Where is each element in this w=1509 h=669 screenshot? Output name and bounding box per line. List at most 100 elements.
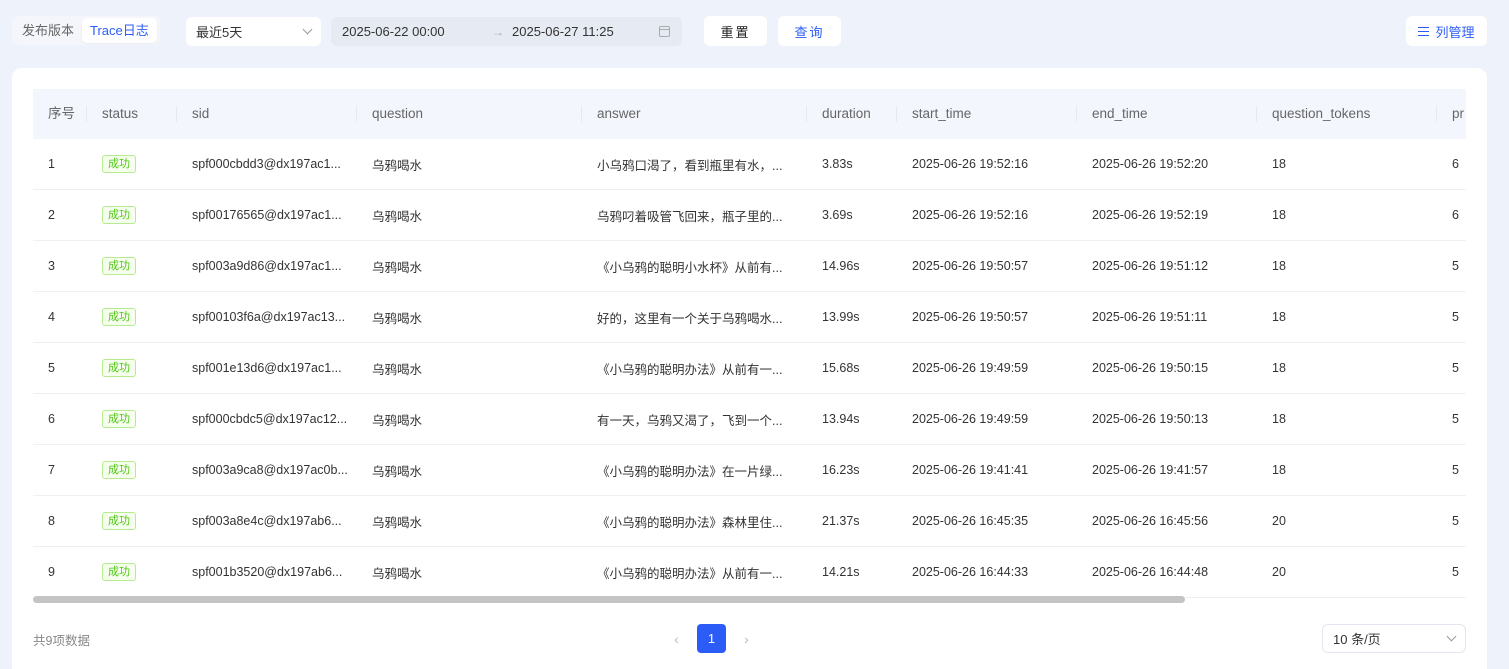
cell-question: 乌鸦喝水	[372, 158, 423, 173]
cell-question: 乌鸦喝水	[372, 311, 423, 326]
table-row[interactable]: 5 成功 spf001e13d6@dx197ac1... 乌鸦喝水 《小乌鸦的聪明办法》…	[33, 343, 1466, 394]
header-truncated: pr	[1452, 106, 1465, 121]
calendar-icon	[659, 26, 670, 37]
table-row[interactable]: 3 成功 spf003a9d86@dx197ac1... 乌鸦喝水 《小乌鸦的聪明小水杯…	[33, 241, 1466, 292]
status-badge: 成功	[102, 206, 136, 224]
page-size-select[interactable]: 10 条/页	[1322, 624, 1466, 653]
cell-duration: 3.69s	[822, 208, 853, 222]
cell-end-time: 2025-06-26 16:44:48	[1092, 565, 1209, 579]
cell-index: 1	[48, 157, 55, 171]
horizontal-scrollbar[interactable]	[33, 596, 1185, 603]
trace-table-card: 序号 status sid question answer duration s…	[12, 68, 1487, 669]
cell-question-tokens: 18	[1272, 463, 1286, 477]
cell-duration: 13.99s	[822, 310, 860, 324]
tab-trace-log[interactable]: Trace日志	[82, 18, 157, 43]
cell-sid: spf001e13d6@dx197ac1...	[192, 361, 342, 375]
page-number-current[interactable]: 1	[697, 624, 726, 653]
cell-question-tokens: 18	[1272, 208, 1286, 222]
table-row[interactable]: 9 成功 spf001b3520@dx197ab6... 乌鸦喝水 《小乌鸦的聪明办法》…	[33, 547, 1466, 598]
total-count: 共9项数据	[33, 634, 90, 648]
date-range-picker[interactable]: 2025-06-22 00:00 → 2025-06-27 11:25	[331, 17, 682, 46]
cell-end-time: 2025-06-26 19:51:11	[1092, 310, 1208, 324]
header-status: status	[87, 89, 177, 139]
table-header: 序号 status sid question answer duration s…	[33, 89, 1466, 139]
cell-answer: 《小乌鸦的聪明小水杯》从前有...	[597, 260, 783, 275]
list-icon	[1418, 26, 1430, 36]
cell-start-time: 2025-06-26 19:50:57	[912, 310, 1029, 324]
cell-start-time: 2025-06-26 19:52:16	[912, 208, 1029, 222]
table-row[interactable]: 8 成功 spf003a8e4c@dx197ab6... 乌鸦喝水 《小乌鸦的聪明办法》…	[33, 496, 1466, 547]
pagination: ‹ 1 ›	[668, 624, 755, 653]
status-badge: 成功	[102, 359, 136, 377]
cell-duration: 15.68s	[822, 361, 860, 375]
cell-question-tokens: 18	[1272, 259, 1286, 273]
query-button[interactable]: 查询	[778, 16, 841, 46]
cell-index: 4	[48, 310, 55, 324]
header-index: 序号	[33, 89, 87, 139]
cell-sid: spf003a8e4c@dx197ab6...	[192, 514, 342, 528]
cell-answer: 《小乌鸦的聪明办法》在一片绿...	[597, 464, 783, 479]
cell-duration: 14.96s	[822, 259, 860, 273]
cell-question-tokens: 18	[1272, 361, 1286, 375]
date-start-input[interactable]: 2025-06-22 00:00	[342, 24, 492, 39]
cell-sid: spf000cbdd3@dx197ac1...	[192, 157, 341, 171]
cell-duration: 14.21s	[822, 565, 860, 579]
cell-question-tokens: 18	[1272, 412, 1286, 426]
column-manage-button[interactable]: 列管理	[1406, 16, 1487, 46]
header-question: question	[357, 89, 582, 139]
next-page-icon[interactable]: ›	[738, 630, 755, 647]
cell-status: 成功	[87, 563, 177, 581]
reset-button[interactable]: 重置	[704, 16, 767, 46]
cell-status: 成功	[87, 257, 177, 275]
table-row[interactable]: 1 成功 spf000cbdd3@dx197ac1... 乌鸦喝水 小乌鸦口渴了，看到瓶…	[33, 139, 1466, 190]
cell-answer: 有一天，乌鸦又渴了，飞到一个...	[597, 413, 783, 428]
cell-end-time: 2025-06-26 19:52:19	[1092, 208, 1209, 222]
cell-start-time: 2025-06-26 16:44:33	[912, 565, 1029, 579]
cell-truncated: 5	[1452, 514, 1459, 528]
status-badge: 成功	[102, 410, 136, 428]
cell-status: 成功	[87, 308, 177, 326]
table-row[interactable]: 7 成功 spf003a9ca8@dx197ac0b... 乌鸦喝水 《小乌鸦的聪明办法…	[33, 445, 1466, 496]
header-duration: duration	[807, 89, 897, 139]
cell-end-time: 2025-06-26 19:50:13	[1092, 412, 1209, 426]
prev-page-icon[interactable]: ‹	[668, 630, 685, 647]
header-sid: sid	[177, 89, 357, 139]
tab-release-version[interactable]: 发布版本	[14, 18, 82, 43]
date-end-input[interactable]: 2025-06-27 11:25	[512, 24, 657, 39]
cell-duration: 16.23s	[822, 463, 860, 477]
status-badge: 成功	[102, 461, 136, 479]
cell-question: 乌鸦喝水	[372, 515, 423, 530]
cell-truncated: 6	[1452, 157, 1459, 171]
cell-question-tokens: 18	[1272, 310, 1286, 324]
cell-start-time: 2025-06-26 19:49:59	[912, 361, 1029, 375]
cell-start-time: 2025-06-26 16:45:35	[912, 514, 1029, 528]
cell-start-time: 2025-06-26 19:50:57	[912, 259, 1029, 273]
time-range-select[interactable]: 最近5天	[186, 17, 321, 46]
cell-duration: 21.37s	[822, 514, 860, 528]
cell-question: 乌鸦喝水	[372, 464, 423, 479]
cell-start-time: 2025-06-26 19:41:41	[912, 463, 1029, 477]
status-badge: 成功	[102, 257, 136, 275]
table-row[interactable]: 4 成功 spf00103f6a@dx197ac13... 乌鸦喝水 好的，这里有一个关…	[33, 292, 1466, 343]
status-badge: 成功	[102, 512, 136, 530]
chevron-down-icon	[302, 24, 313, 35]
cell-truncated: 5	[1452, 310, 1459, 324]
cell-truncated: 6	[1452, 208, 1459, 222]
cell-question: 乌鸦喝水	[372, 260, 423, 275]
time-range-value: 最近5天	[196, 25, 243, 40]
table-row[interactable]: 2 成功 spf00176565@dx197ac1... 乌鸦喝水 乌鸦叼着吸管飞回来，…	[33, 190, 1466, 241]
cell-truncated: 5	[1452, 361, 1459, 375]
cell-answer: 《小乌鸦的聪明办法》从前有一...	[597, 566, 783, 581]
column-manage-label: 列管理	[1435, 24, 1475, 40]
cell-question-tokens: 20	[1272, 514, 1286, 528]
date-range-arrow-icon: →	[492, 24, 504, 39]
cell-end-time: 2025-06-26 19:41:57	[1092, 463, 1209, 477]
cell-question: 乌鸦喝水	[372, 413, 423, 428]
cell-truncated: 5	[1452, 412, 1459, 426]
cell-start-time: 2025-06-26 19:49:59	[912, 412, 1029, 426]
cell-status: 成功	[87, 512, 177, 530]
cell-index: 5	[48, 361, 55, 375]
cell-question-tokens: 20	[1272, 565, 1286, 579]
table-row[interactable]: 6 成功 spf000cbdc5@dx197ac12... 乌鸦喝水 有一天，乌鸦又渴了…	[33, 394, 1466, 445]
trace-table: 序号 status sid question answer duration s…	[33, 89, 1466, 604]
